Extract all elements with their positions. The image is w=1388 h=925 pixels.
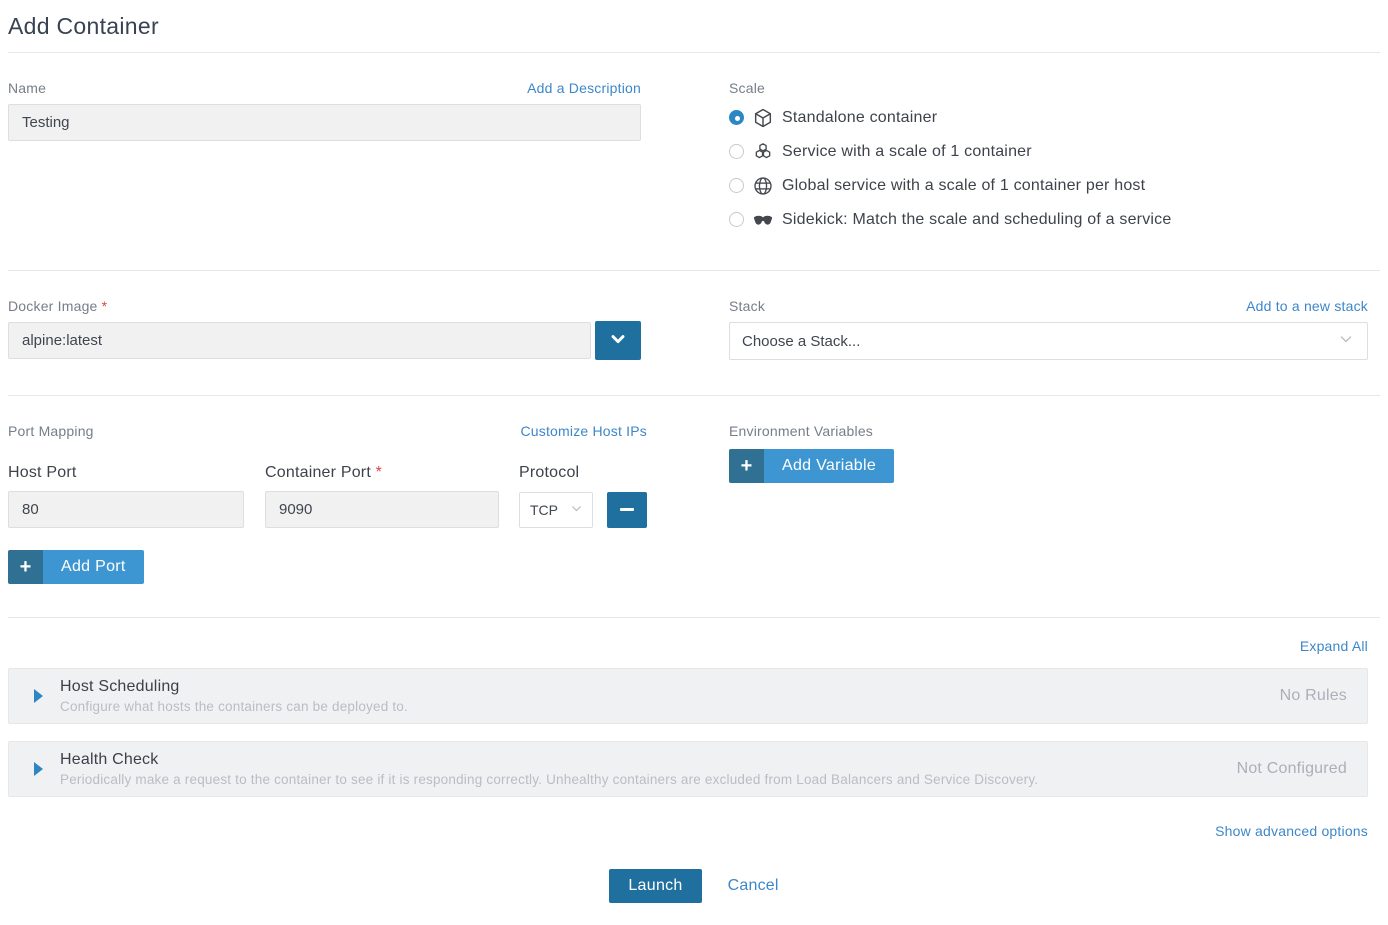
radio-unselected[interactable] bbox=[729, 178, 744, 193]
container-port-input[interactable] bbox=[265, 491, 499, 528]
scale-label: Scale bbox=[729, 80, 765, 96]
name-block: Name Add a Description bbox=[8, 80, 641, 230]
protocol-select-value: TCP bbox=[530, 502, 558, 518]
add-new-stack-link[interactable]: Add to a new stack bbox=[1246, 298, 1368, 314]
section-name-scale: Name Add a Description Scale Standalone … bbox=[0, 53, 1388, 270]
expand-all-link[interactable]: Expand All bbox=[1300, 638, 1368, 654]
chevron-down-icon bbox=[569, 501, 584, 519]
caret-right-icon bbox=[34, 689, 43, 703]
service-icon bbox=[752, 141, 773, 162]
scale-option-sidekick[interactable]: Sidekick: Match the scale and scheduling… bbox=[729, 209, 1368, 230]
env-variables-block: Environment Variables + Add Variable bbox=[729, 423, 1368, 584]
port-mapping-block: Port Mapping Customize Host IPs Host Por… bbox=[8, 423, 647, 584]
page-title: Add Container bbox=[0, 0, 1388, 52]
host-port-input[interactable] bbox=[8, 491, 244, 528]
chevron-down-icon bbox=[1337, 330, 1355, 352]
scale-option-label: Standalone container bbox=[782, 109, 937, 127]
scale-option-label: Service with a scale of 1 container bbox=[782, 143, 1032, 161]
remove-port-button[interactable] bbox=[607, 492, 647, 528]
section-ports-env: Port Mapping Customize Host IPs Host Por… bbox=[0, 396, 1388, 617]
required-asterisk: * bbox=[376, 464, 382, 481]
stack-select[interactable]: Choose a Stack... bbox=[729, 322, 1368, 360]
scale-option-label: Global service with a scale of 1 contain… bbox=[782, 177, 1145, 195]
add-variable-label: Add Variable bbox=[764, 449, 894, 483]
cube-icon bbox=[752, 107, 773, 128]
docker-image-input[interactable] bbox=[8, 322, 591, 359]
accordion-description: Periodically make a request to the conta… bbox=[60, 772, 1217, 787]
radio-unselected[interactable] bbox=[729, 144, 744, 159]
protocol-label: Protocol bbox=[519, 464, 579, 482]
launch-button[interactable]: Launch bbox=[609, 869, 701, 903]
stack-label: Stack bbox=[729, 298, 765, 314]
add-container-page: Add Container Name Add a Description Sca… bbox=[0, 0, 1388, 925]
plus-icon: + bbox=[729, 449, 764, 483]
customize-host-ips-link[interactable]: Customize Host IPs bbox=[520, 423, 647, 439]
accordion-status: No Rules bbox=[1280, 687, 1347, 705]
radio-unselected[interactable] bbox=[729, 212, 744, 227]
add-port-label: Add Port bbox=[43, 550, 144, 584]
add-description-link[interactable]: Add a Description bbox=[527, 80, 641, 96]
scale-block: Scale Standalone container bbox=[729, 80, 1368, 230]
scale-option-standalone[interactable]: Standalone container bbox=[729, 107, 1368, 128]
docker-image-block: Docker Image * bbox=[8, 298, 641, 360]
plus-icon: + bbox=[8, 550, 43, 584]
host-port-label: Host Port bbox=[8, 464, 265, 482]
globe-icon bbox=[752, 175, 773, 196]
container-port-label: Container Port * bbox=[265, 464, 519, 482]
mask-icon bbox=[752, 209, 773, 230]
footer-actions: Launch Cancel bbox=[0, 869, 1388, 903]
caret-right-icon bbox=[34, 762, 43, 776]
chevron-down-icon bbox=[608, 329, 628, 352]
env-variables-label: Environment Variables bbox=[729, 423, 873, 439]
scale-option-service[interactable]: Service with a scale of 1 container bbox=[729, 141, 1368, 162]
show-advanced-options-link[interactable]: Show advanced options bbox=[1215, 823, 1368, 839]
radio-selected[interactable] bbox=[729, 110, 744, 125]
accordion-description: Configure what hosts the containers can … bbox=[60, 699, 1260, 714]
required-asterisk: * bbox=[102, 298, 108, 314]
health-check-accordion[interactable]: Health Check Periodically make a request… bbox=[8, 741, 1368, 797]
minus-icon bbox=[620, 508, 634, 511]
protocol-select[interactable]: TCP bbox=[519, 492, 593, 528]
add-port-button[interactable]: + Add Port bbox=[8, 550, 144, 584]
stack-select-value: Choose a Stack... bbox=[742, 333, 860, 350]
section-image-stack: Docker Image * Stack Add to a new stack bbox=[0, 271, 1388, 395]
accordion-title: Health Check bbox=[60, 751, 1217, 769]
image-dropdown-button[interactable] bbox=[595, 321, 641, 360]
name-label: Name bbox=[8, 80, 46, 96]
accordion-title: Host Scheduling bbox=[60, 678, 1260, 696]
add-variable-button[interactable]: + Add Variable bbox=[729, 449, 894, 483]
port-mapping-row: TCP bbox=[8, 491, 647, 528]
scale-option-global[interactable]: Global service with a scale of 1 contain… bbox=[729, 175, 1368, 196]
host-scheduling-accordion[interactable]: Host Scheduling Configure what hosts the… bbox=[8, 668, 1368, 724]
name-input[interactable] bbox=[8, 104, 641, 141]
cancel-button[interactable]: Cancel bbox=[728, 877, 779, 895]
docker-image-label: Docker Image * bbox=[8, 298, 107, 314]
scale-option-label: Sidekick: Match the scale and scheduling… bbox=[782, 211, 1171, 229]
accordion-status: Not Configured bbox=[1237, 760, 1347, 778]
port-mapping-label: Port Mapping bbox=[8, 423, 94, 439]
stack-block: Stack Add to a new stack Choose a Stack.… bbox=[729, 298, 1368, 360]
